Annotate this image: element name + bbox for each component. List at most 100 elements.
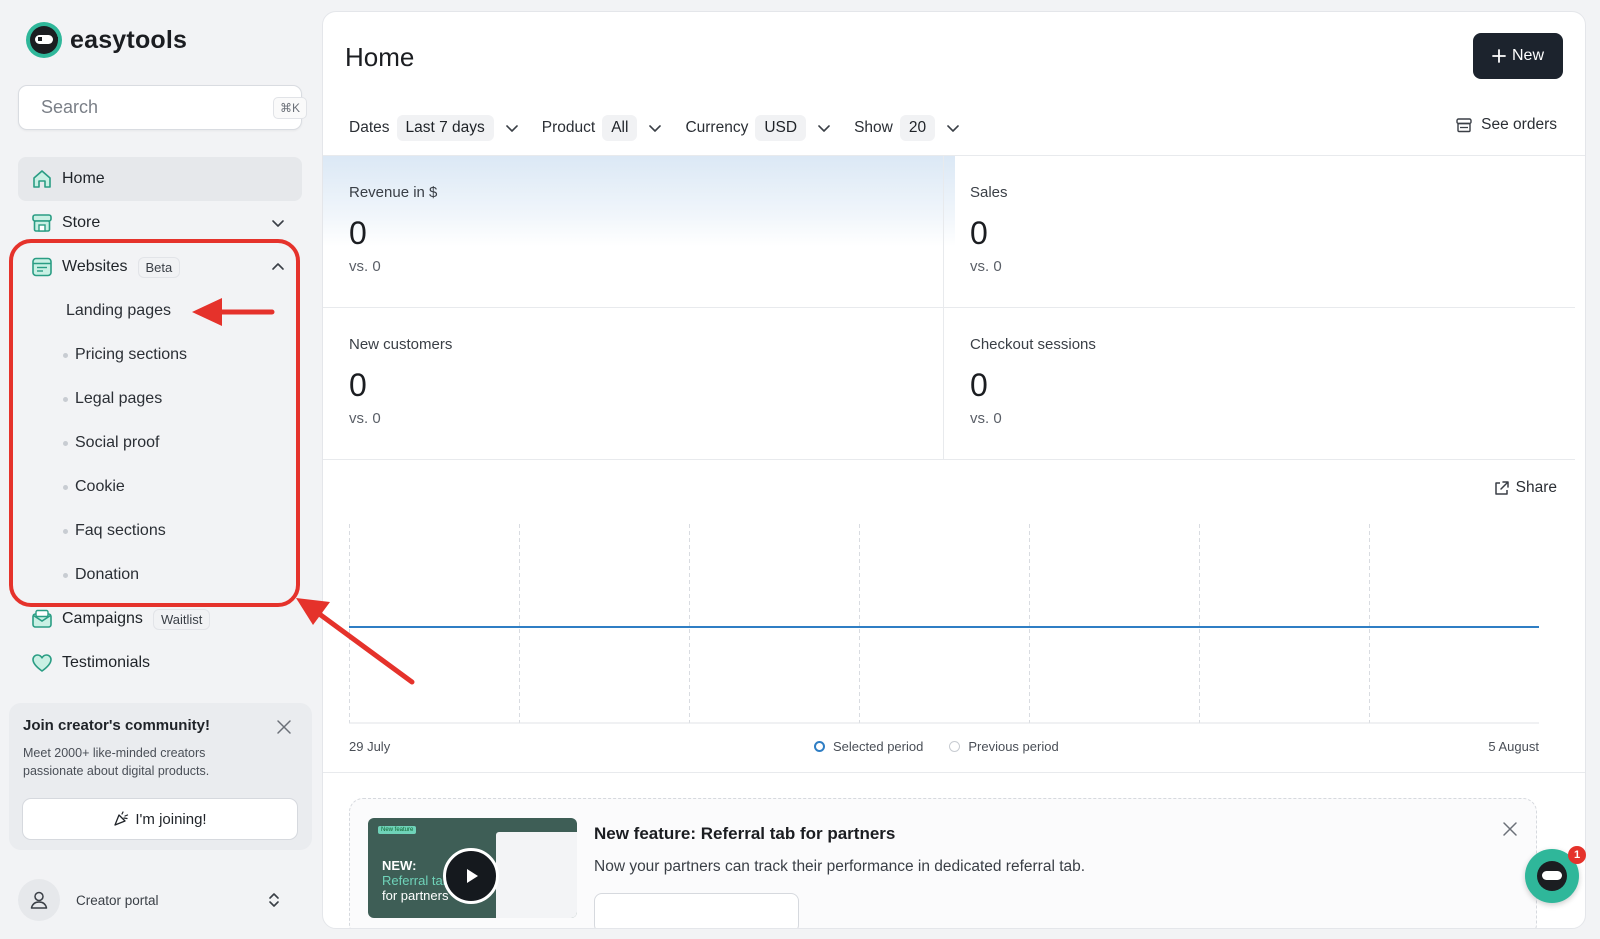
close-icon[interactable] xyxy=(276,719,292,735)
filter-value: USD xyxy=(755,115,807,141)
chart-legend: Selected period Previous period xyxy=(814,739,1059,754)
sidebar-subitem-legal-pages[interactable]: Legal pages xyxy=(18,377,302,421)
see-orders-link[interactable]: See orders xyxy=(1455,116,1557,134)
stat-card-sales[interactable]: Sales 0 vs. 0 xyxy=(943,156,1575,308)
search-box[interactable]: ⌘K xyxy=(18,85,308,130)
stats-grid: Revenue in $ 0 vs. 0 Sales 0 vs. 0 New c… xyxy=(323,155,1585,460)
sidebar-item-label: Testimonials xyxy=(62,654,151,671)
new-button[interactable]: New xyxy=(1473,33,1563,79)
stat-value: 0 xyxy=(970,367,988,403)
filter-dates[interactable]: Dates Last 7 days xyxy=(349,115,520,141)
filter-label: Dates xyxy=(349,119,390,136)
filter-label: Show xyxy=(854,119,893,136)
filter-currency[interactable]: Currency USD xyxy=(685,115,832,141)
thumbnail-document-preview xyxy=(496,832,577,918)
stat-value: 0 xyxy=(349,367,367,403)
feature-text: Now your partners can track their perfor… xyxy=(594,858,1086,875)
sidebar-item-testimonials[interactable]: Testimonials xyxy=(18,641,302,685)
user-icon xyxy=(30,891,48,909)
sidebar-subitem-donation[interactable]: Donation xyxy=(18,553,302,597)
sidebar-item-websites[interactable]: Websites Beta xyxy=(18,245,302,289)
bullet-dot xyxy=(63,441,68,446)
legend-circle-icon xyxy=(949,741,961,752)
beta-badge: Beta xyxy=(137,256,181,278)
community-title: Join creator's community! xyxy=(23,717,210,734)
chevron-up-icon[interactable] xyxy=(270,259,286,275)
new-button-label: New xyxy=(1511,47,1544,64)
join-community-button[interactable]: I'm joining! xyxy=(22,798,298,840)
legend-item-previous-period[interactable]: Previous period xyxy=(949,739,1059,754)
legend-circle-icon xyxy=(814,741,825,752)
share-external-icon xyxy=(1494,480,1509,495)
stat-label: New customers xyxy=(349,336,453,353)
sidebar-subitem-label: Pricing sections xyxy=(75,346,188,363)
filter-label: Currency xyxy=(685,119,749,136)
brand-logo[interactable]: easytools xyxy=(26,22,187,58)
filter-show[interactable]: Show 20 xyxy=(854,115,961,141)
party-popper-icon xyxy=(114,811,129,826)
sidebar-item-store[interactable]: Store xyxy=(18,201,302,245)
filter-product[interactable]: Product All xyxy=(542,115,664,141)
sidebar-item-label: Home xyxy=(62,170,105,187)
thumbnail-tag: New feature xyxy=(378,826,417,834)
video-thumbnail[interactable]: New feature NEW: Referral tab for partne… xyxy=(368,818,577,918)
share-label: Share xyxy=(1515,479,1557,496)
search-shortcut: ⌘K xyxy=(273,96,308,119)
chevron-up-down-icon[interactable] xyxy=(266,891,282,909)
sidebar-subitem-label: Donation xyxy=(75,566,140,583)
legend-item-selected-period[interactable]: Selected period xyxy=(814,739,923,754)
sidebar-nav: Home Store Websites Beta Landing pages P… xyxy=(18,157,302,685)
search-input[interactable] xyxy=(41,97,273,118)
community-card: Join creator's community! Meet 2000+ lik… xyxy=(9,703,312,850)
stat-card-checkout-sessions[interactable]: Checkout sessions 0 vs. 0 xyxy=(943,308,1575,460)
chevron-down-icon xyxy=(649,125,662,132)
stat-comparison: vs. 0 xyxy=(349,410,381,427)
close-icon[interactable] xyxy=(1502,821,1518,837)
page-title: Home xyxy=(345,42,415,72)
stat-card-new-customers[interactable]: New customers 0 vs. 0 xyxy=(323,308,955,460)
sales-line-chart xyxy=(349,524,1539,724)
sidebar-subitem-label: Faq sections xyxy=(75,522,166,539)
share-button[interactable]: Share xyxy=(1493,479,1557,497)
feature-action-button[interactable] xyxy=(594,893,799,928)
community-text: Meet 2000+ like-minded creators passiona… xyxy=(23,746,210,778)
sidebar-subitem-pricing-sections[interactable]: Pricing sections xyxy=(18,333,302,377)
feature-announcement-card: New feature NEW: Referral tab for partne… xyxy=(349,798,1537,928)
join-button-label: I'm joining! xyxy=(135,810,207,828)
notification-count-badge: 1 xyxy=(1568,846,1586,864)
bullet-dot xyxy=(63,353,68,358)
heart-icon xyxy=(30,651,54,675)
sidebar-item-label: Websites xyxy=(62,258,128,275)
sidebar-subitem-faq-sections[interactable]: Faq sections xyxy=(18,509,302,553)
sidebar-subitem-label: Legal pages xyxy=(75,390,163,407)
sidebar-item-home[interactable]: Home xyxy=(18,157,302,201)
websites-icon xyxy=(30,255,54,279)
chevron-down-icon xyxy=(818,125,830,132)
sidebar-subitem-label: Social proof xyxy=(75,434,160,451)
sidebar-subitem-cookie[interactable]: Cookie xyxy=(18,465,302,509)
main-panel: Home New Dates Last 7 days Product All C… xyxy=(322,11,1586,929)
chevron-down-icon[interactable] xyxy=(270,215,286,231)
sloth-chat-icon xyxy=(1537,861,1567,891)
plus-icon xyxy=(1492,49,1506,63)
bullet-dot xyxy=(63,529,68,534)
sidebar: easytools ⌘K Home Store Websites Beta xyxy=(0,0,318,939)
stat-value: 0 xyxy=(349,215,367,251)
bullet-dot xyxy=(63,397,68,402)
play-button-icon[interactable] xyxy=(443,848,499,904)
stat-comparison: vs. 0 xyxy=(349,258,381,275)
sidebar-subitem-landing-pages[interactable]: Landing pages xyxy=(18,289,302,333)
stat-label: Revenue in $ xyxy=(349,184,438,201)
creator-portal-switcher[interactable]: Creator portal xyxy=(18,877,302,923)
chevron-down-icon xyxy=(947,125,959,132)
stat-card-revenue[interactable]: Revenue in $ 0 vs. 0 xyxy=(323,156,955,308)
chevron-down-icon xyxy=(505,125,518,132)
thumbnail-text: NEW: Referral tab for partners xyxy=(382,858,450,903)
legend-label: Selected period xyxy=(833,739,924,754)
waitlist-badge: Waitlist xyxy=(152,608,211,630)
store-icon xyxy=(30,211,54,235)
sidebar-item-campaigns[interactable]: Campaigns Waitlist xyxy=(18,597,302,641)
sidebar-subitem-social-proof[interactable]: Social proof xyxy=(18,421,302,465)
feature-title: New feature: Referral tab for partners xyxy=(594,824,896,843)
chart-footer: 29 July Selected period Previous period … xyxy=(349,739,1539,759)
